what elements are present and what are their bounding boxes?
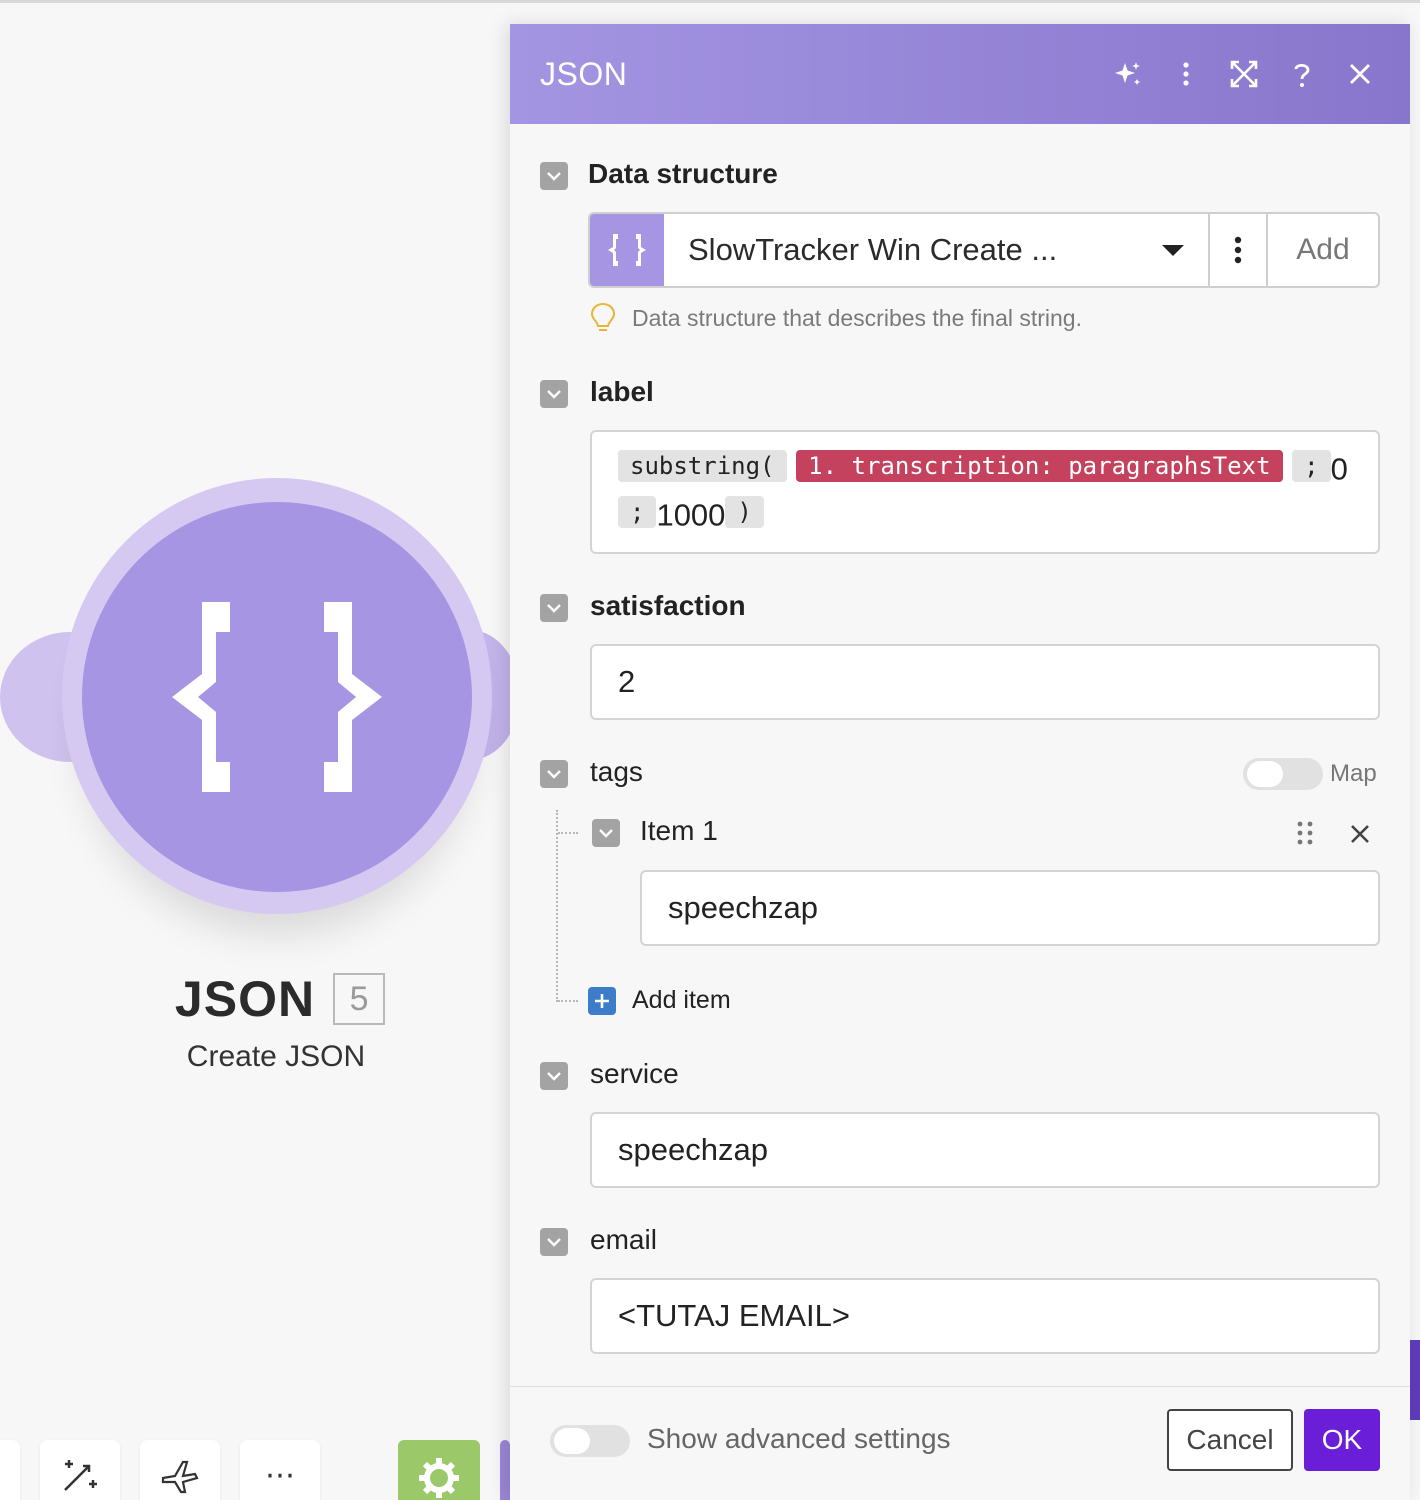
map-toggle-label: Map <box>1330 760 1377 787</box>
chevron-down-icon <box>547 172 561 181</box>
formula-arg-start: 0 <box>1330 451 1348 487</box>
add-item-label: Add item <box>632 986 731 1014</box>
caret-down-icon <box>1162 244 1184 256</box>
separator-pill[interactable]: ; <box>1292 450 1331 482</box>
sparkle-icon[interactable] <box>1108 54 1148 94</box>
chevron-down-icon <box>547 390 561 399</box>
gear-icon <box>419 1458 459 1498</box>
more-options-button[interactable]: ⋯ <box>240 1440 320 1500</box>
airplane-icon <box>161 1460 199 1494</box>
module-number-badge: 5 <box>333 973 386 1025</box>
lightbulb-icon <box>590 302 616 331</box>
json-structure-icon <box>590 214 664 286</box>
airplane-button[interactable] <box>140 1440 220 1500</box>
chevron-down-icon <box>599 829 613 838</box>
label-field-label: label <box>590 376 654 407</box>
add-item-button[interactable]: Add item <box>588 986 731 1015</box>
panel-title: JSON <box>540 55 628 92</box>
service-label: service <box>590 1058 679 1089</box>
data-structure-add-button[interactable]: Add <box>1268 214 1378 286</box>
closing-paren-pill[interactable]: ) <box>725 496 764 528</box>
label-formula-input[interactable]: substring( 1. transcription: paragraphsT… <box>590 430 1380 554</box>
module-settings-panel: JSON Data structure SlowTracker Win Crea… <box>510 24 1410 1500</box>
expand-icon[interactable] <box>1224 54 1264 94</box>
advanced-settings-label: Show advanced settings <box>647 1423 951 1454</box>
satisfaction-input[interactable]: 2 <box>590 644 1380 720</box>
data-structure-options-button[interactable] <box>1210 214 1268 286</box>
module-title: JSON 5 <box>0 970 560 1028</box>
panel-header: JSON <box>510 24 1410 124</box>
service-collapse-toggle[interactable] <box>540 1062 568 1090</box>
magic-wand-icon <box>64 1460 97 1491</box>
data-structure-picker: SlowTracker Win Create ... Add <box>588 212 1380 288</box>
satisfaction-label: satisfaction <box>590 590 746 621</box>
tags-label: tags <box>590 756 643 787</box>
item-collapse-toggle[interactable] <box>592 819 620 847</box>
drag-handle-icon[interactable] <box>1296 820 1314 851</box>
toolbar-tile[interactable] <box>0 1440 20 1500</box>
tree-line <box>556 810 558 1002</box>
settings-tile[interactable] <box>398 1440 480 1500</box>
plus-icon <box>588 986 616 1015</box>
item-label: Item 1 <box>640 815 718 846</box>
hint-text: Data structure that describes the final … <box>632 304 1082 331</box>
tree-branch <box>558 1000 578 1002</box>
formula-arg-length: 1000 <box>656 497 726 533</box>
email-label: email <box>590 1224 657 1255</box>
function-pill[interactable]: substring( <box>618 450 787 482</box>
advanced-settings-toggle[interactable] <box>550 1425 630 1457</box>
module-subtitle: Create JSON <box>186 1040 366 1073</box>
help-icon[interactable] <box>1282 54 1322 94</box>
json-braces-icon <box>172 602 382 792</box>
data-structure-label: Data structure <box>588 158 778 189</box>
json-module-node[interactable] <box>0 470 520 930</box>
chevron-down-icon <box>547 770 561 779</box>
mapped-variable-pill[interactable]: 1. transcription: paragraphsText <box>796 450 1283 482</box>
ok-button[interactable]: OK <box>1304 1409 1380 1471</box>
remove-item-icon[interactable] <box>1348 822 1372 851</box>
email-collapse-toggle[interactable] <box>540 1228 568 1256</box>
email-input[interactable]: <TUTAJ EMAIL> <box>590 1278 1380 1354</box>
kebab-menu-icon <box>1234 236 1242 264</box>
data-structure-hint: Data structure that describes the final … <box>590 302 1082 334</box>
separator-pill[interactable]: ; <box>618 496 657 528</box>
cancel-button[interactable]: Cancel <box>1167 1409 1293 1471</box>
tags-collapse-toggle[interactable] <box>540 760 568 788</box>
magic-wand-button[interactable] <box>40 1440 120 1500</box>
chevron-down-icon <box>547 604 561 613</box>
label-collapse-toggle[interactable] <box>540 380 568 408</box>
tree-branch <box>558 832 578 834</box>
ellipsis-icon: ⋯ <box>265 1458 295 1492</box>
module-name: JSON <box>174 971 316 1027</box>
data-structure-collapse-toggle[interactable] <box>540 162 568 190</box>
module-circle[interactable] <box>82 502 472 892</box>
panel-footer: Show advanced settings Cancel OK <box>510 1386 1410 1500</box>
canvas-element-edge <box>1410 1340 1420 1420</box>
data-structure-select[interactable]: SlowTracker Win Create ... <box>664 214 1210 286</box>
kebab-menu-icon[interactable] <box>1166 54 1206 94</box>
tag-item-input[interactable]: speechzap <box>640 870 1380 946</box>
top-border <box>0 0 1420 3</box>
service-input[interactable]: speechzap <box>590 1112 1380 1188</box>
map-toggle[interactable] <box>1243 758 1323 790</box>
module-tile[interactable] <box>500 1440 510 1500</box>
data-structure-selected-value: SlowTracker Win Create ... <box>688 232 1058 267</box>
satisfaction-collapse-toggle[interactable] <box>540 594 568 622</box>
chevron-down-icon <box>547 1072 561 1081</box>
close-icon[interactable] <box>1340 54 1380 94</box>
chevron-down-icon <box>547 1238 561 1247</box>
